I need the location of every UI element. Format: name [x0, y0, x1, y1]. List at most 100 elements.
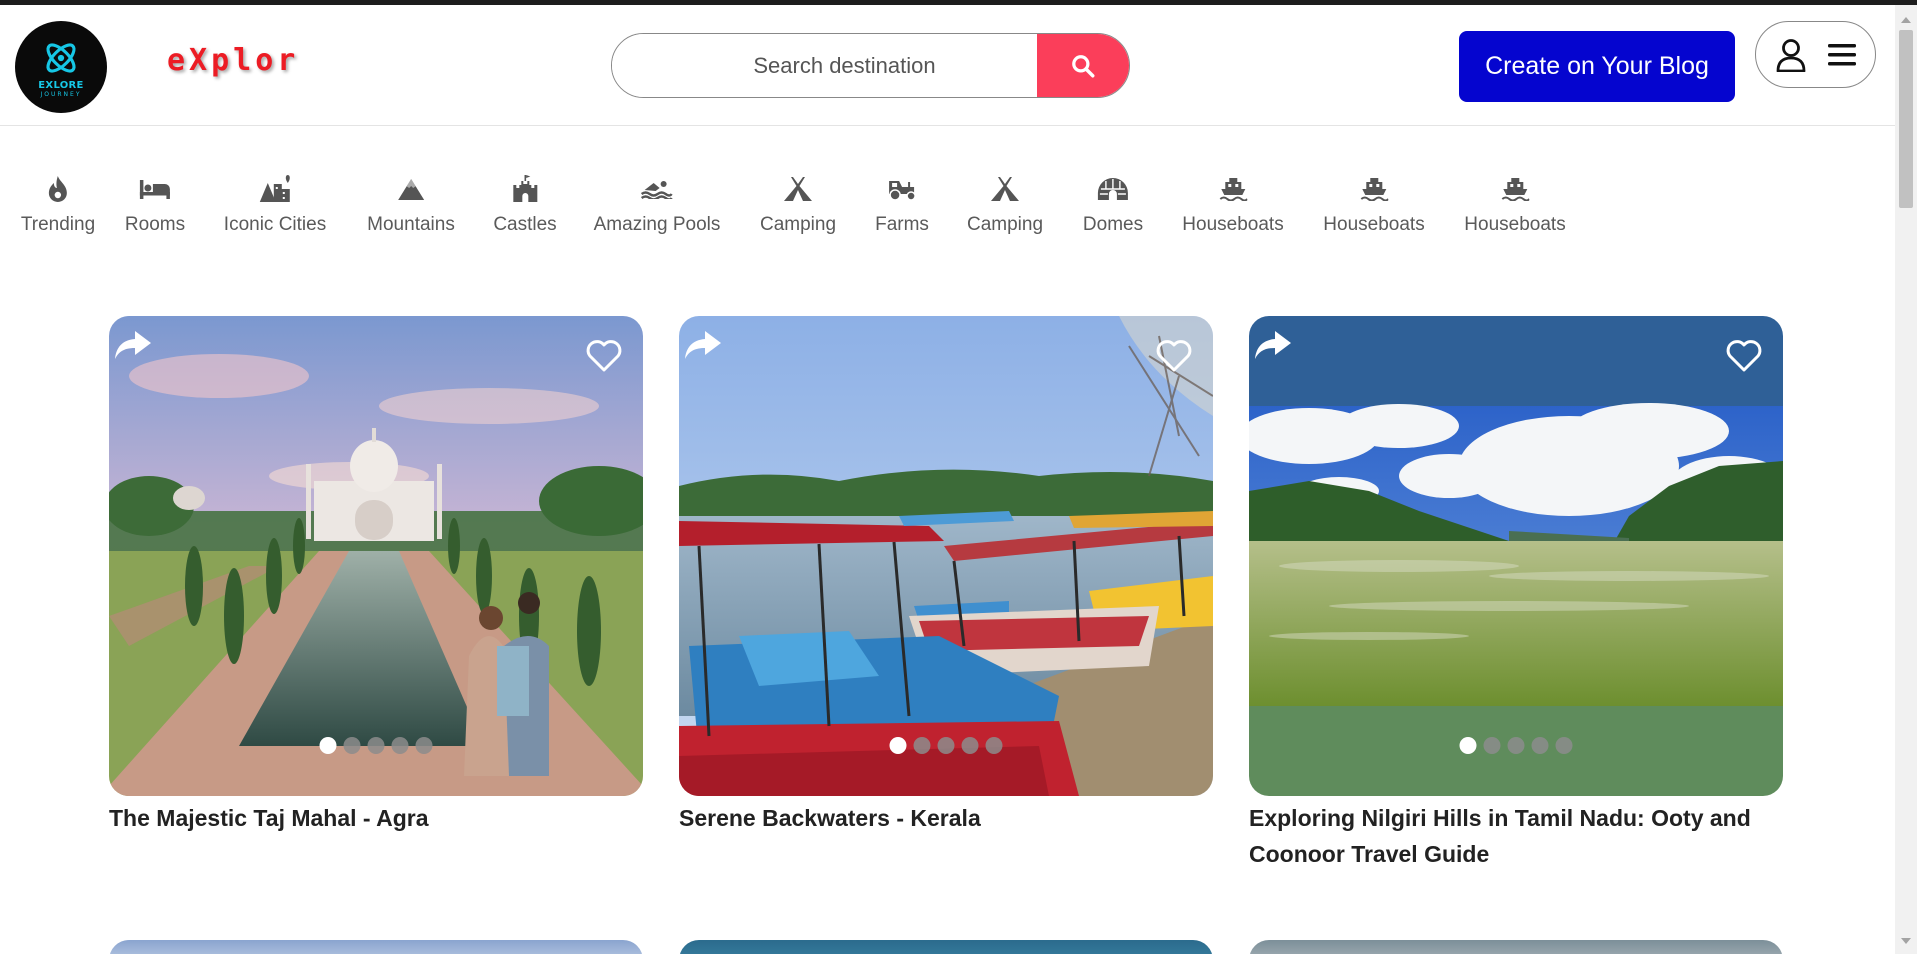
- carousel-dot[interactable]: [1531, 737, 1549, 754]
- nilgiri-lake-photo: [1249, 316, 1783, 796]
- next-card-image[interactable]: [109, 940, 643, 954]
- carousel-dot[interactable]: [391, 737, 409, 754]
- category-label: Mountains: [367, 214, 455, 235]
- next-card-image[interactable]: [679, 940, 1213, 954]
- share-button[interactable]: [1253, 328, 1293, 367]
- swimmer-icon: [641, 172, 673, 206]
- destination-card[interactable]: The Majestic Taj Mahal - Agra: [109, 316, 643, 836]
- mountain-icon: [397, 172, 425, 206]
- favorite-button[interactable]: [1725, 339, 1763, 378]
- page-scrollbar[interactable]: [1895, 5, 1917, 954]
- category-iconic-cities[interactable]: Iconic Cities: [224, 172, 326, 236]
- card-image-carousel[interactable]: [109, 316, 643, 796]
- fire-icon: [46, 172, 70, 206]
- carousel-dot[interactable]: [343, 737, 361, 754]
- taj-mahal-photo: [109, 316, 643, 796]
- logo[interactable]: EXLORE JOURNEY: [15, 21, 107, 113]
- category-rooms[interactable]: Rooms: [125, 172, 185, 236]
- category-camping[interactable]: Camping: [760, 172, 836, 236]
- card-image-carousel[interactable]: [1249, 316, 1783, 796]
- ship-icon: [1219, 172, 1247, 206]
- card-title[interactable]: The Majestic Taj Mahal - Agra: [109, 800, 643, 836]
- category-farms[interactable]: Farms: [875, 172, 929, 236]
- category-label: Houseboats: [1464, 214, 1566, 235]
- tent-icon: [783, 172, 813, 206]
- ship-icon: [1360, 172, 1388, 206]
- carousel-dot[interactable]: [1507, 737, 1525, 754]
- carousel-dot[interactable]: [415, 737, 433, 754]
- category-label: Amazing Pools: [593, 214, 721, 235]
- category-houseboats[interactable]: Houseboats: [1182, 172, 1284, 236]
- next-card-image[interactable]: [1249, 940, 1783, 954]
- share-button[interactable]: [683, 328, 723, 367]
- category-mountains[interactable]: Mountains: [367, 172, 455, 236]
- search-input[interactable]: [612, 34, 1037, 97]
- category-camping-2[interactable]: Camping: [967, 172, 1043, 236]
- tractor-icon: [886, 172, 918, 206]
- heart-icon: [1156, 340, 1192, 372]
- scroll-up-arrow-icon[interactable]: [1901, 17, 1911, 23]
- category-trending[interactable]: Trending: [21, 172, 95, 236]
- category-label: Camping: [759, 214, 837, 235]
- search-icon: [1072, 54, 1095, 77]
- brand-name[interactable]: eXplor: [167, 43, 299, 78]
- create-blog-button[interactable]: Create on Your Blog: [1459, 31, 1735, 102]
- carousel-dot[interactable]: [319, 737, 337, 754]
- ship-icon: [1501, 172, 1529, 206]
- user-menu-button[interactable]: [1755, 21, 1876, 88]
- carousel-dot[interactable]: [961, 737, 979, 754]
- logo-subtext: JOURNEY: [40, 90, 82, 98]
- carousel-dot[interactable]: [913, 737, 931, 754]
- site-header: EXLORE JOURNEY eXplor Create on Your Blo…: [0, 5, 1895, 126]
- logo-text: EXLORE: [38, 79, 84, 91]
- favorite-button[interactable]: [1155, 339, 1193, 378]
- carousel-dot[interactable]: [1459, 737, 1477, 754]
- search-bar: [611, 33, 1130, 98]
- share-button[interactable]: [113, 328, 153, 367]
- favorite-button[interactable]: [585, 339, 623, 378]
- carousel-dot[interactable]: [1555, 737, 1573, 754]
- category-castles[interactable]: Castles: [493, 172, 557, 236]
- tent-icon: [990, 172, 1020, 206]
- city-icon: [259, 172, 291, 206]
- carousel-dot[interactable]: [985, 737, 1003, 754]
- carousel-dots: [889, 737, 1003, 754]
- category-label: Iconic Cities: [223, 214, 327, 235]
- igloo-icon: [1097, 172, 1129, 206]
- category-houseboats-2[interactable]: Houseboats: [1323, 172, 1425, 236]
- category-label: Rooms: [124, 214, 186, 235]
- carousel-dot[interactable]: [1483, 737, 1501, 754]
- share-icon: [685, 331, 721, 359]
- card-title[interactable]: Serene Backwaters - Kerala: [679, 800, 1213, 836]
- category-label: Castles: [493, 214, 557, 235]
- destination-card[interactable]: Serene Backwaters - Kerala: [679, 316, 1213, 836]
- card-title[interactable]: Exploring Nilgiri Hills in Tamil Nadu: O…: [1249, 800, 1783, 872]
- category-houseboats-3[interactable]: Houseboats: [1464, 172, 1566, 236]
- pedal-boats-lake-photo: [679, 316, 1213, 796]
- category-label: Domes: [1082, 214, 1144, 235]
- category-domes[interactable]: Domes: [1083, 172, 1143, 236]
- carousel-dots: [1459, 737, 1573, 754]
- carousel-dot[interactable]: [367, 737, 385, 754]
- carousel-dot[interactable]: [889, 737, 907, 754]
- category-amazing-pools[interactable]: Amazing Pools: [593, 172, 721, 236]
- carousel-dots: [319, 737, 433, 754]
- category-label: Camping: [966, 214, 1044, 235]
- atom-icon: [46, 42, 76, 73]
- category-label: Farms: [875, 214, 929, 235]
- castle-icon: [512, 172, 538, 206]
- share-icon: [1255, 331, 1291, 359]
- scrollbar-thumb[interactable]: [1899, 30, 1913, 208]
- destination-card[interactable]: Exploring Nilgiri Hills in Tamil Nadu: O…: [1249, 316, 1783, 872]
- carousel-dot[interactable]: [937, 737, 955, 754]
- card-image-carousel[interactable]: [679, 316, 1213, 796]
- hamburger-menu-icon: [1827, 43, 1856, 65]
- bed-icon: [139, 172, 171, 206]
- scroll-down-arrow-icon[interactable]: [1901, 938, 1911, 944]
- heart-icon: [1726, 340, 1762, 372]
- user-icon: [1776, 38, 1805, 72]
- category-label: Trending: [20, 214, 96, 235]
- share-icon: [115, 331, 151, 359]
- heart-icon: [586, 340, 622, 372]
- search-button[interactable]: [1037, 34, 1129, 97]
